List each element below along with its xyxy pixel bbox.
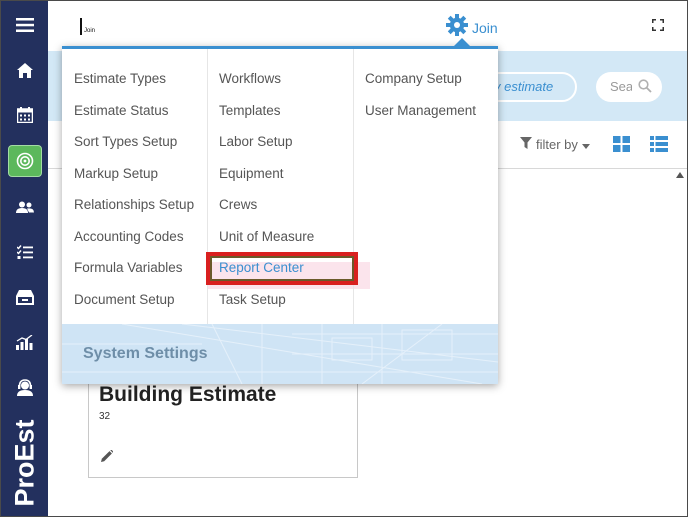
menu-item-company-setup[interactable]: Company Setup bbox=[365, 71, 462, 86]
system-settings-title: System Settings bbox=[83, 345, 208, 362]
company-logo: Join bbox=[80, 18, 95, 35]
estimate-card[interactable]: Building Estimate 32 bbox=[88, 370, 358, 478]
list-view-icon[interactable] bbox=[650, 136, 668, 157]
search-box[interactable]: Sea bbox=[596, 72, 662, 102]
proest-logo: ProEst bbox=[9, 419, 40, 507]
users-icon[interactable] bbox=[1, 191, 48, 223]
menu-item-formula-variables[interactable]: Formula Variables bbox=[74, 260, 183, 275]
menu-item-labor-setup[interactable]: Labor Setup bbox=[219, 134, 293, 149]
menu-item-markup-setup[interactable]: Markup Setup bbox=[74, 166, 158, 181]
settings-dropdown-menu: Estimate Types Estimate Status Sort Type… bbox=[62, 38, 498, 384]
caret-down-icon bbox=[581, 137, 590, 152]
menu-item-sort-types-setup[interactable]: Sort Types Setup bbox=[74, 134, 177, 149]
menu-item-unit-of-measure[interactable]: Unit of Measure bbox=[219, 229, 314, 244]
estimate-card-number: 32 bbox=[99, 411, 111, 422]
search-input[interactable]: Sea bbox=[610, 79, 632, 94]
drawer-icon[interactable] bbox=[1, 281, 48, 313]
estimate-card-title: Building Estimate bbox=[99, 383, 277, 406]
menu-footer: System Settings bbox=[62, 324, 498, 384]
menu-item-estimate-types[interactable]: Estimate Types bbox=[74, 71, 166, 86]
menu-item-user-management[interactable]: User Management bbox=[365, 103, 476, 118]
menu-item-task-setup[interactable]: Task Setup bbox=[219, 292, 286, 307]
menu-item-accounting-codes[interactable]: Accounting Codes bbox=[74, 229, 184, 244]
filter-icon bbox=[520, 137, 532, 152]
calendar-icon[interactable] bbox=[1, 99, 48, 131]
menu-item-templates[interactable]: Templates bbox=[219, 103, 281, 118]
menu-item-equipment[interactable]: Equipment bbox=[219, 166, 284, 181]
sidebar: ProEst bbox=[1, 1, 48, 516]
support-icon[interactable] bbox=[1, 371, 48, 403]
search-icon[interactable] bbox=[638, 79, 652, 98]
menu-item-workflows[interactable]: Workflows bbox=[219, 71, 281, 86]
filter-label: filter by bbox=[536, 137, 578, 152]
settings-menu-label: Join bbox=[472, 19, 498, 36]
grid-view-icon[interactable] bbox=[613, 136, 630, 157]
menu-item-document-setup[interactable]: Document Setup bbox=[74, 292, 175, 307]
menu-column-3: Company Setup User Management bbox=[354, 49, 498, 324]
gear-icon bbox=[446, 14, 468, 41]
hamburger-icon[interactable] bbox=[1, 9, 48, 41]
menu-item-crews[interactable]: Crews bbox=[219, 197, 257, 212]
checklist-icon[interactable] bbox=[1, 236, 48, 268]
scroll-up-arrow[interactable] bbox=[676, 172, 684, 178]
fullscreen-icon[interactable] bbox=[652, 18, 664, 36]
target-icon[interactable] bbox=[8, 145, 42, 177]
menu-column-1: Estimate Types Estimate Status Sort Type… bbox=[62, 49, 208, 324]
filter-dropdown[interactable]: filter by bbox=[520, 137, 590, 152]
chart-icon[interactable] bbox=[1, 326, 48, 358]
menu-item-estimate-status[interactable]: Estimate Status bbox=[74, 103, 169, 118]
report-center-highlight bbox=[206, 252, 358, 285]
settings-menu-toggle[interactable]: Join bbox=[446, 14, 498, 41]
home-icon[interactable] bbox=[1, 54, 48, 86]
pencil-icon[interactable] bbox=[101, 449, 114, 467]
menu-item-relationships-setup[interactable]: Relationships Setup bbox=[74, 197, 194, 212]
header: Join Join bbox=[48, 1, 687, 51]
